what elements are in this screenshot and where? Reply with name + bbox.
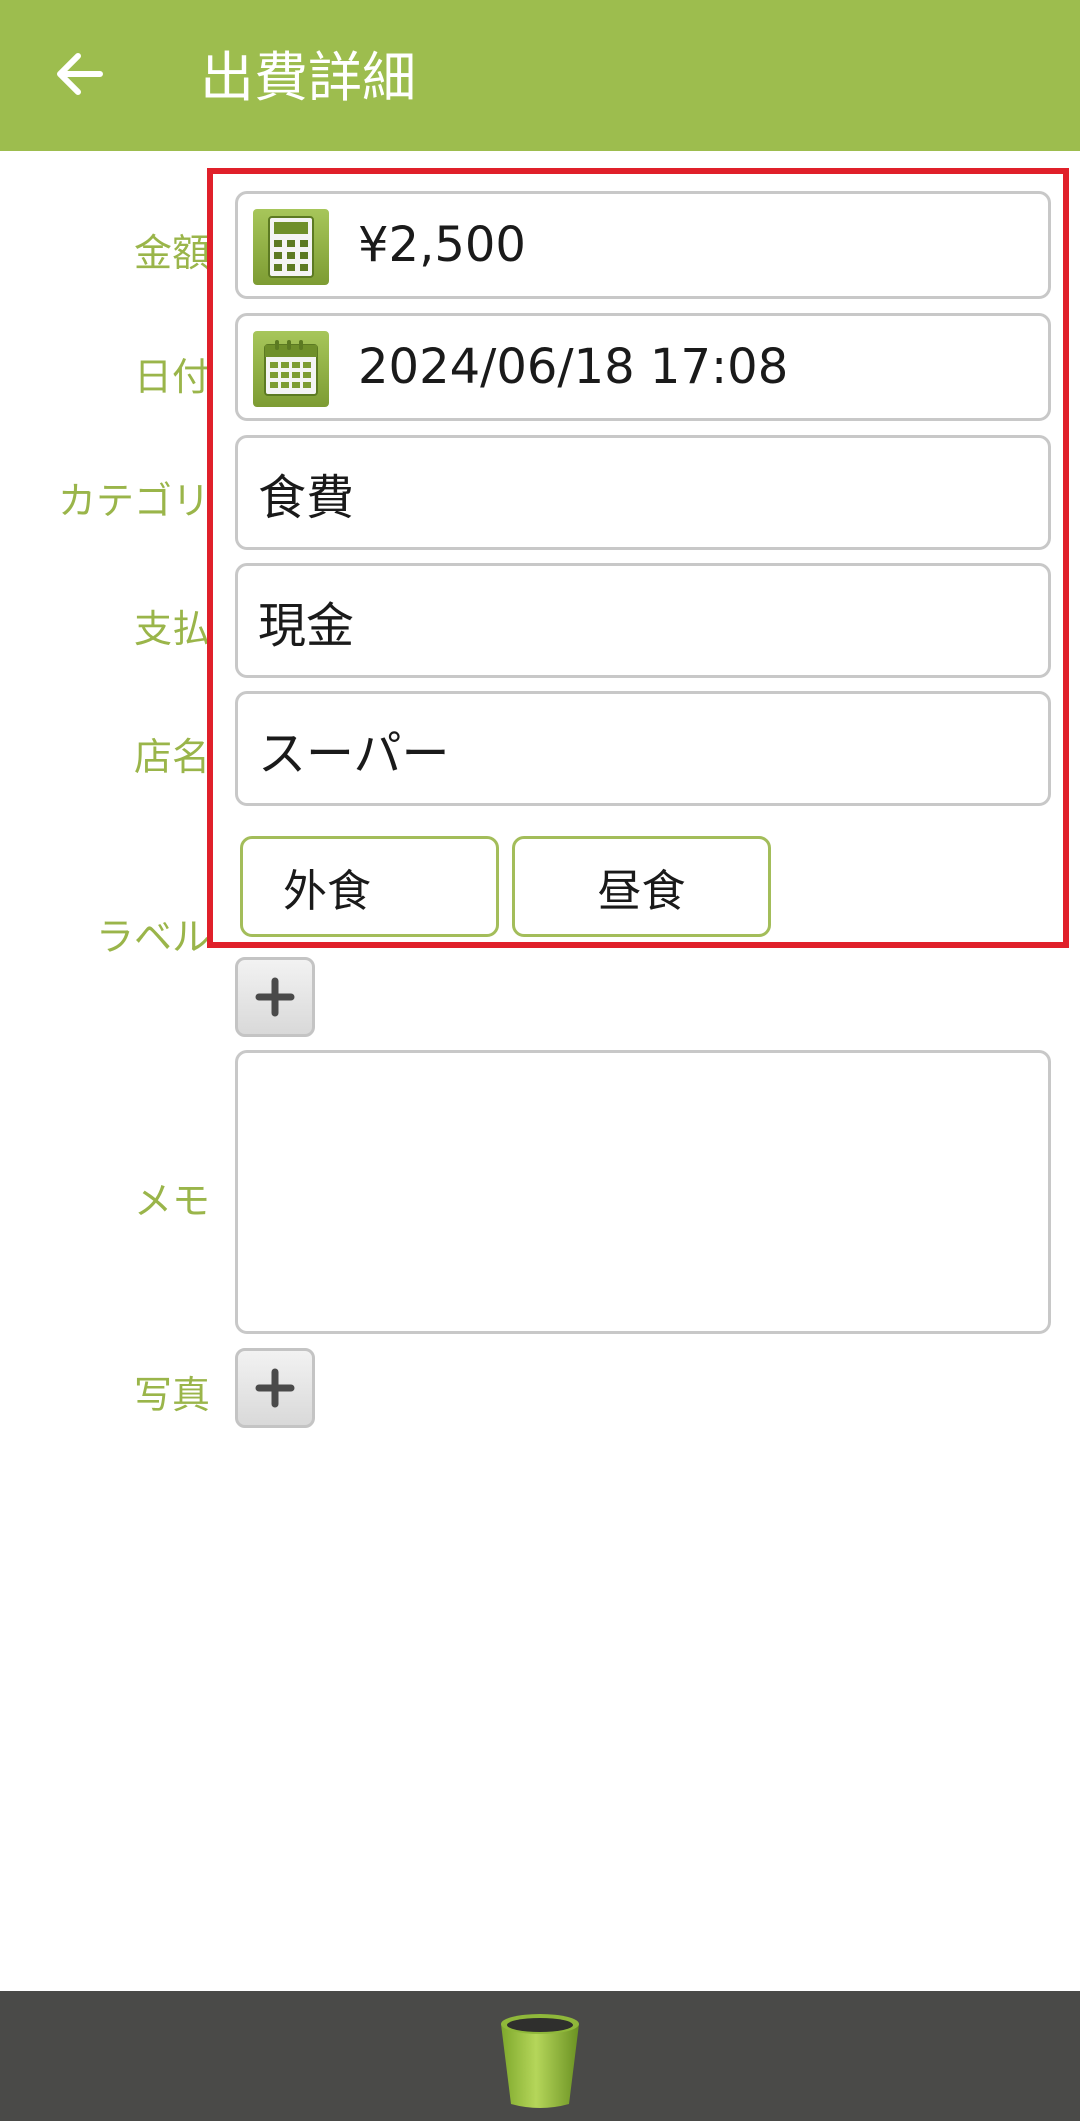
page-title: 出費詳細 [200,46,416,109]
store-value: スーパー [258,725,450,782]
plus-icon [255,1368,295,1408]
tag-chip[interactable]: 外食 [240,836,499,937]
store-label: 店名 [133,735,210,779]
tag-chip-label: 昼食 [597,865,686,917]
photo-label: 写真 [133,1373,210,1417]
category-value: 食費 [258,469,355,526]
amount-field[interactable]: ¥2,500 [235,191,1051,299]
category-field[interactable]: 食費 [235,435,1051,550]
arrow-left-icon [57,53,103,95]
store-field[interactable]: スーパー [235,691,1051,806]
add-photo-button[interactable] [235,1348,315,1428]
tag-chip[interactable]: 昼食 [512,836,771,937]
date-label: 日付 [133,355,210,399]
trash-can-icon [501,2014,579,2108]
calculator-icon[interactable] [253,209,329,285]
date-value: 2024/06/18 17:08 [358,339,789,395]
delete-button[interactable] [495,2010,585,2110]
amount-label: 金額 [133,231,210,275]
payment-field[interactable]: 現金 [235,563,1051,678]
amount-value: ¥2,500 [358,217,526,273]
date-field[interactable]: 2024/06/18 17:08 [235,313,1051,421]
calendar-icon[interactable] [253,331,329,407]
add-label-button[interactable] [235,957,315,1037]
back-button[interactable] [40,36,116,112]
payment-value: 現金 [258,597,355,654]
plus-icon [255,977,295,1017]
app-bar: 出費詳細 [0,0,1080,151]
tag-chip-label: 外食 [283,865,371,917]
memo-field[interactable] [235,1050,1051,1334]
tag-label: ラベル [95,915,210,959]
payment-label: 支払 [133,607,210,651]
category-label: カテゴリ [57,479,210,523]
memo-label: メモ [133,1179,210,1223]
